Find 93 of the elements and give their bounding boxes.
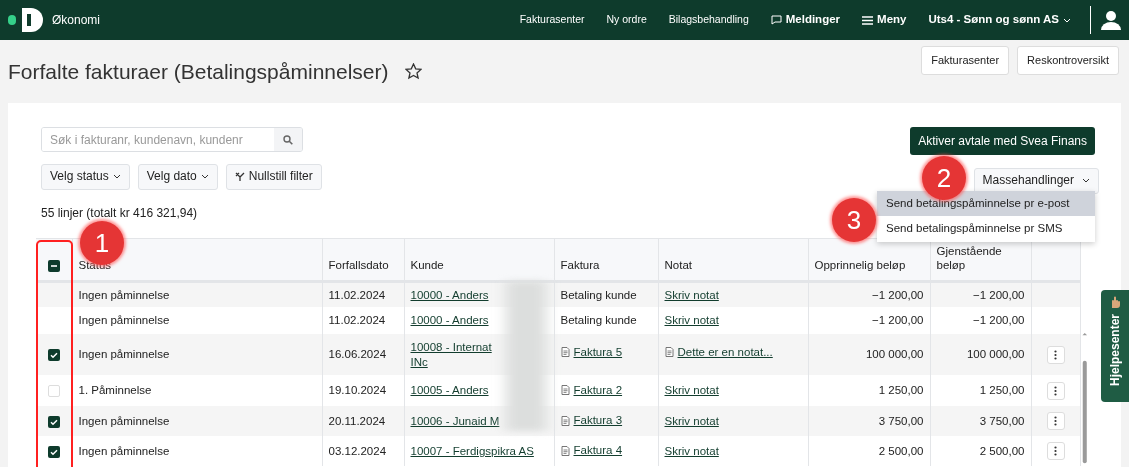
invoice-link[interactable]: Faktura 4 — [573, 443, 623, 458]
summary-text: 55 linjer (totalt kr 416 321,94) — [41, 204, 199, 222]
filter-button[interactable]: Velg status — [41, 164, 130, 190]
note-link[interactable]: Skriv notat — [664, 413, 719, 429]
column-header: Notat — [664, 259, 692, 272]
nav-link[interactable]: Ny ordre — [595, 12, 658, 28]
nav-link[interactable]: Fakturasenter — [508, 12, 596, 28]
bulk-actions-dropdown[interactable]: Massehandlinger — [973, 168, 1099, 194]
status-text: Ingen påminnelse — [78, 444, 170, 457]
amount-text: −1 200,00 — [872, 288, 924, 301]
document-icon — [560, 385, 570, 395]
chevron-icon — [1082, 178, 1090, 184]
page-title: Forfalte fakturaer (Betalingspåminnelser) — [8, 59, 389, 85]
status-text: 1. Påminnelse — [78, 384, 152, 397]
column-header: Forfallsdato — [328, 259, 389, 272]
amount-text: 3 750,00 — [878, 414, 924, 427]
invoice-link[interactable]: Faktura 2 — [573, 382, 623, 398]
note-link[interactable]: Skriv notat — [664, 383, 719, 398]
amount-text: 2 500,00 — [979, 444, 1025, 457]
chevron-icon — [1063, 17, 1071, 23]
amount-text: −1 200,00 — [973, 314, 1025, 327]
date-text: 19.10.2024 — [328, 384, 387, 397]
amount-text: −1 200,00 — [872, 314, 924, 327]
document-icon — [560, 445, 570, 456]
customer-link[interactable]: 10007 - Ferdigspikra AS — [410, 443, 548, 459]
nav-link[interactable]: Bilagsbehandling — [657, 12, 760, 28]
menu-item[interactable]: Send betalingspåminnelse pr SMS — [877, 216, 1095, 242]
payment-text: Betaling kunde — [560, 314, 637, 327]
amount-text: 1 250,00 — [878, 384, 924, 397]
date-text: 11.02.2024 — [328, 288, 386, 301]
filter-reset-icon — [234, 171, 245, 182]
filter-button[interactable]: Nullstill filter — [225, 164, 322, 190]
menu-item[interactable]: Send betalingspåminnelse pr e-post — [877, 191, 1095, 217]
column-header: Opprinnelig beløp — [814, 259, 906, 272]
step-badge: 2 — [922, 156, 966, 200]
note-link[interactable]: Skriv notat — [664, 313, 719, 328]
status-text: Ingen påminnelse — [78, 314, 170, 327]
payment-text: Betaling kunde — [560, 288, 637, 301]
step-badge: 3 — [832, 198, 876, 242]
search-icon — [283, 134, 293, 145]
help-tab[interactable]: Hjelpesenter — [1101, 290, 1129, 402]
row-checkbox[interactable] — [47, 445, 60, 458]
amount-text: 100 000,00 — [966, 348, 1025, 361]
customer-link[interactable]: 10000 - Anders — [410, 313, 548, 328]
chevron-icon — [112, 174, 121, 180]
row-checkbox[interactable] — [47, 385, 60, 398]
more-icon — [1054, 349, 1057, 360]
user-icon[interactable] — [1101, 10, 1121, 30]
row-checkbox[interactable] — [47, 349, 60, 362]
date-text: 03.12.2024 — [328, 444, 387, 457]
date-text: 20.11.2024 — [328, 414, 386, 427]
header-button[interactable]: Fakturasenter — [921, 46, 1010, 75]
date-text: 11.02.2024 — [328, 314, 386, 327]
select-all-checkbox[interactable] — [47, 260, 60, 273]
chevron-icon — [200, 174, 209, 180]
column-header: Faktura — [560, 259, 600, 272]
status-text: Ingen påminnelse — [78, 348, 170, 361]
more-icon — [1054, 385, 1057, 396]
nav-link[interactable]: Meny — [851, 11, 918, 29]
invoice-link[interactable]: Faktura 5 — [573, 345, 623, 360]
hand-icon — [1110, 296, 1120, 308]
more-button[interactable] — [1046, 345, 1065, 364]
amount-text: 2 500,00 — [878, 444, 924, 457]
app-name: Økonomi — [52, 12, 101, 29]
more-icon — [1054, 416, 1057, 427]
document-icon — [664, 347, 674, 358]
amount-text: 3 750,00 — [979, 414, 1025, 427]
date-text: 16.06.2024 — [328, 348, 387, 361]
more-icon — [1054, 446, 1057, 457]
star-icon[interactable] — [404, 63, 422, 81]
filter-button[interactable]: Velg dato — [137, 164, 218, 190]
amount-text: 1 250,00 — [979, 384, 1025, 397]
row-checkbox[interactable] — [47, 415, 60, 428]
note-link[interactable]: Skriv notat — [664, 443, 719, 459]
amount-text: −1 200,00 — [973, 288, 1025, 301]
column-header: Kunde — [410, 259, 444, 272]
more-button[interactable] — [1046, 412, 1065, 431]
chat-icon — [770, 15, 782, 25]
nav-link[interactable]: Meldinger — [759, 11, 852, 29]
more-button[interactable] — [1046, 381, 1065, 400]
more-button[interactable] — [1046, 442, 1065, 461]
activate-button[interactable]: Aktiver avtale med Svea Finans — [910, 127, 1095, 155]
customer-link[interactable]: 10005 - Anders — [410, 383, 548, 398]
status-text: Ingen påminnelse — [78, 414, 170, 427]
company-dropdown[interactable]: Uts4 - Sønn og sønn AS — [917, 11, 1082, 29]
status-text: Ingen påminnelse — [78, 288, 170, 301]
document-icon — [560, 347, 570, 358]
header-button[interactable]: Reskontroversikt — [1017, 46, 1119, 75]
search-field[interactable]: Søk i fakturanr, kundenavn, kundenr — [41, 127, 303, 152]
column-header: Gjenstående beløp — [936, 244, 1002, 272]
menu-icon — [862, 15, 874, 25]
document-icon — [560, 415, 570, 426]
amount-text: 100 000,00 — [865, 348, 924, 361]
